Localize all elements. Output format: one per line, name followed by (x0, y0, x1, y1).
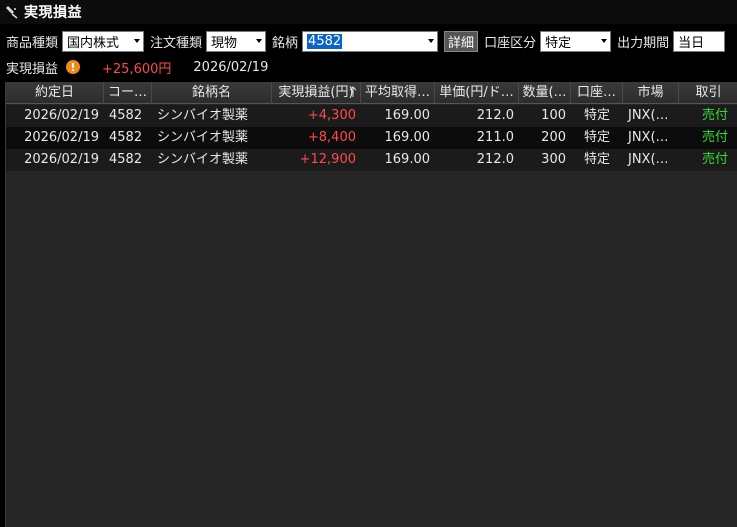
pin-icon[interactable] (4, 4, 20, 20)
col-quantity[interactable]: 数量(… (519, 82, 571, 104)
results-table: 約定日 コー… 銘柄名 実現損益(円) 平均取得… 単価(円/ド… 数量(… 口… (5, 82, 737, 527)
summary-label: 実現損益 (6, 61, 59, 77)
order-type-label: 注文種類 (150, 35, 203, 51)
cell-account: 特定 (583, 152, 610, 167)
cell-realized-pl: +12,900 (299, 152, 356, 167)
cell-avg-cost: 169.00 (384, 108, 431, 123)
cell-quantity: 100 (541, 108, 566, 123)
product-type-label: 商品種類 (6, 35, 59, 51)
table-row[interactable]: 2026/02/19 4582 シンバイオ製薬 +8,400 169.00 21… (6, 127, 737, 149)
summary-amount: +25,600円 (102, 61, 172, 77)
cell-market: JNX(… (628, 152, 669, 167)
product-type-select[interactable]: 国内株式 (62, 30, 145, 52)
cell-avg-cost: 169.00 (384, 130, 431, 145)
account-type-select[interactable]: 特定 (540, 30, 612, 52)
cell-quantity: 300 (541, 152, 566, 167)
cell-market: JNX(… (628, 130, 669, 145)
order-type-select[interactable]: 現物 (206, 30, 267, 52)
cell-code: 4582 (109, 130, 143, 145)
stock-code-value: 4582 (307, 33, 343, 49)
col-account[interactable]: 口座… (571, 82, 623, 104)
account-type-label: 口座区分 (484, 35, 537, 51)
col-trade-type[interactable]: 取引 (679, 82, 737, 104)
cell-trade-date: 2026/02/19 (24, 130, 99, 145)
cell-unit-price: 212.0 (476, 108, 514, 123)
summary-date: 2026/02/19 (193, 59, 269, 75)
cell-trade-date: 2026/02/19 (24, 152, 99, 167)
period-label: 出力期間 (617, 35, 670, 51)
cell-stock-name: シンバイオ製薬 (157, 108, 249, 123)
chevron-down-icon (598, 32, 610, 51)
col-code[interactable]: コー… (104, 82, 152, 104)
cell-trade-type: 売付 (701, 130, 728, 145)
col-market[interactable]: 市場 (623, 82, 679, 104)
summary-bar: 実現損益 ! +25,600円 2026/02/19 (0, 57, 737, 77)
col-realized-pl[interactable]: 実現損益(円) (272, 82, 361, 104)
col-stock-name[interactable]: 銘柄名 (152, 82, 272, 104)
warning-icon[interactable]: ! (66, 60, 81, 74)
col-trade-date[interactable]: 約定日 (6, 82, 104, 104)
col-avg-cost[interactable]: 平均取得… (361, 82, 435, 104)
cell-trade-type: 売付 (701, 108, 728, 123)
stock-label: 銘柄 (272, 35, 299, 51)
chevron-down-icon (253, 32, 265, 51)
chevron-down-icon (131, 32, 143, 51)
cell-account: 特定 (583, 108, 610, 123)
cell-stock-name: シンバイオ製薬 (157, 130, 249, 145)
title-bar: 実現損益 (0, 0, 737, 24)
cell-quantity: 200 (541, 130, 566, 145)
cell-trade-date: 2026/02/19 (24, 108, 99, 123)
table-row[interactable]: 2026/02/19 4582 シンバイオ製薬 +12,900 169.00 2… (6, 149, 737, 171)
table-row[interactable]: 2026/02/19 4582 シンバイオ製薬 +4,300 169.00 21… (6, 105, 737, 127)
period-select[interactable]: 当日 (673, 30, 726, 52)
cell-code: 4582 (109, 108, 143, 123)
cell-trade-type: 売付 (701, 152, 728, 167)
table-header: 約定日 コー… 銘柄名 実現損益(円) 平均取得… 単価(円/ド… 数量(… 口… (6, 82, 737, 104)
col-unit-price[interactable]: 単価(円/ド… (435, 82, 519, 104)
stock-select[interactable]: 4582 (302, 30, 439, 52)
filter-bar: 商品種類 国内株式 注文種類 現物 銘柄 4582 詳細 口座区分 特定 出力期… (0, 29, 737, 53)
detail-button[interactable]: 詳細 (444, 30, 479, 52)
cell-realized-pl: +8,400 (307, 130, 356, 145)
cell-unit-price: 212.0 (476, 152, 514, 167)
chevron-down-icon (425, 32, 437, 51)
cell-unit-price: 211.0 (476, 130, 514, 145)
window-title: 実現損益 (24, 5, 82, 21)
cell-account: 特定 (583, 130, 610, 145)
cell-market: JNX(… (628, 108, 669, 123)
cell-avg-cost: 169.00 (384, 152, 431, 167)
cell-realized-pl: +4,300 (307, 108, 356, 123)
sort-icon (349, 86, 357, 97)
cell-stock-name: シンバイオ製薬 (157, 152, 249, 167)
cell-code: 4582 (109, 152, 143, 167)
